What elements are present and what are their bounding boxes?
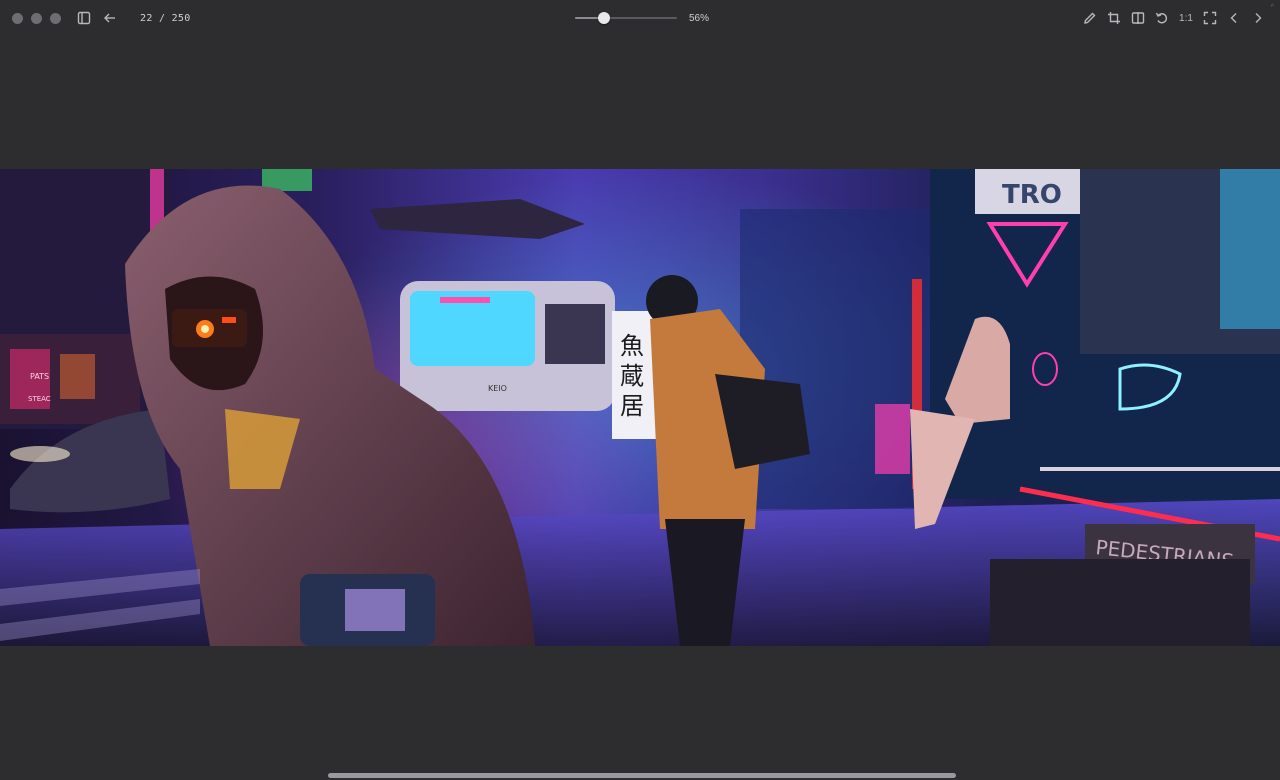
zoom-control: 56% [575,11,709,25]
image-viewer-window: 22 / 250 56% 1:1 ^ PATS STEAC KEIO 魚 蔵 居… [0,0,1280,780]
displayed-image[interactable]: PATS STEAC KEIO 魚 蔵 居 TRO PEDESTRIANS [0,169,1280,646]
chevron-right-icon [1255,13,1262,23]
window-controls [12,13,61,24]
zoom-window-button[interactable] [50,13,61,24]
rotate-icon [1155,12,1168,24]
toolbar-right: 1:1 [1082,10,1266,26]
edit-button[interactable] [1082,10,1098,26]
zoom-slider-thumb[interactable] [598,12,610,24]
chevron-left-icon [1230,13,1237,23]
fullscreen-button[interactable] [1202,10,1218,26]
close-window-button[interactable] [12,13,23,24]
toolbar-left: 22 / 250 [76,10,191,26]
minimize-window-button[interactable] [31,13,42,24]
fullscreen-icon [1203,11,1217,25]
crop-button[interactable] [1106,10,1122,26]
sign-steac: STEAC [28,395,51,403]
sign-kanji-2: 蔵 [620,362,644,390]
pencil-icon [1084,12,1096,24]
arrow-left-icon [104,13,115,23]
sign-pats: PATS [30,372,49,381]
sign-kanji-3: 居 [620,392,644,420]
horizontal-scrollbar[interactable] [328,773,956,778]
rotate-button[interactable] [1154,10,1170,26]
train-label: KEIO [488,384,507,393]
corner-indicator: ^ [1270,4,1274,11]
zoom-slider[interactable] [575,11,677,25]
crop-icon [1108,12,1120,24]
sidebar-icon [77,11,91,25]
split-view-icon [1131,12,1145,24]
next-image-button[interactable] [1250,10,1266,26]
sign-tro: TRO [1002,180,1062,210]
zoom-level-label: 56% [689,12,710,24]
sidebar-toggle-button[interactable] [76,10,92,26]
compare-button[interactable] [1130,10,1146,26]
sign-kanji-1: 魚 [620,332,644,360]
back-button[interactable] [102,10,118,26]
previous-image-button[interactable] [1226,10,1242,26]
toolbar: 22 / 250 56% 1:1 ^ [0,0,1280,36]
actual-size-button[interactable]: 1:1 [1178,13,1194,24]
image-counter: 22 / 250 [140,12,191,24]
cyberpunk-street-scene: PATS STEAC KEIO 魚 蔵 居 TRO PEDESTRIANS [0,169,1280,646]
